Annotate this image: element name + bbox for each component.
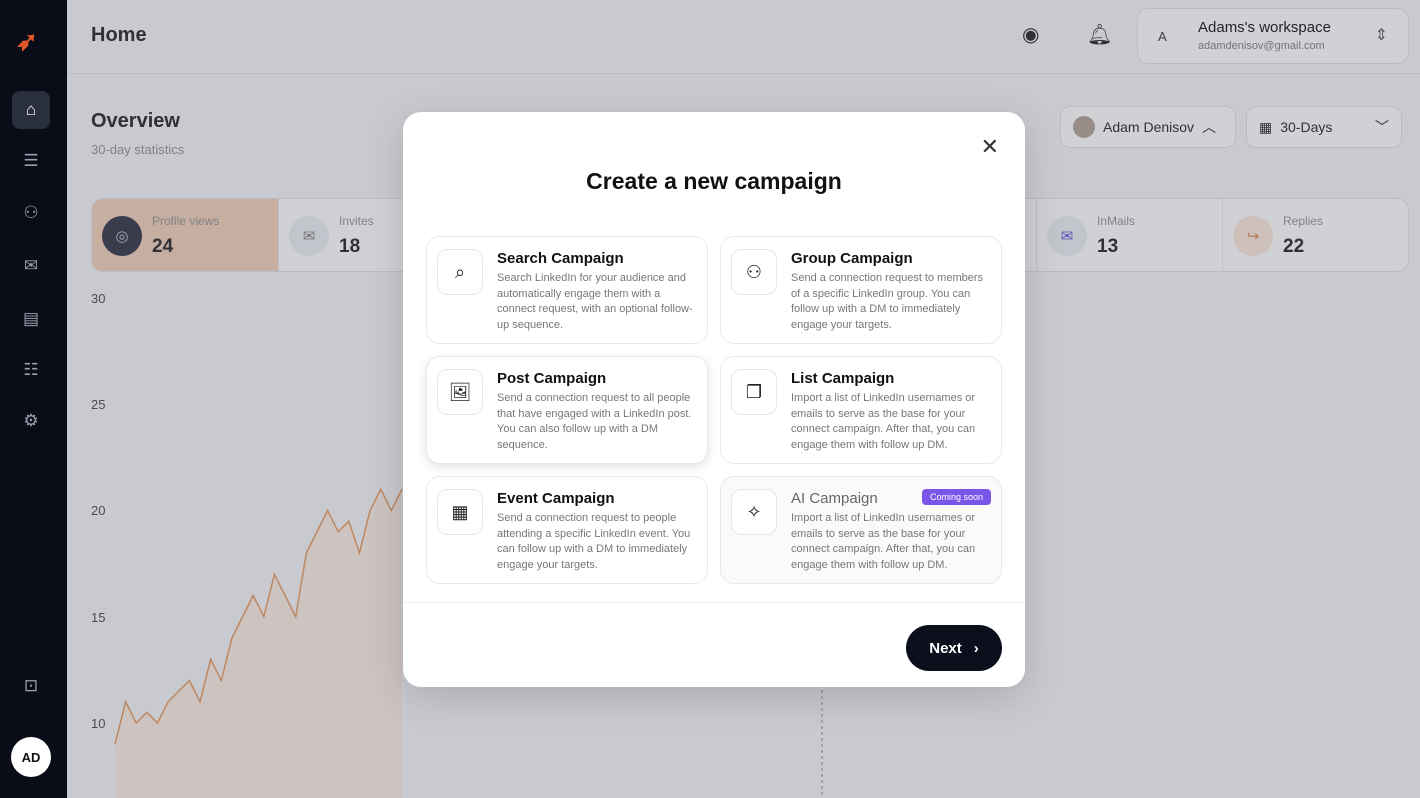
card-description: Send a connection request to all people … xyxy=(497,392,692,452)
card-title: AI Campaign xyxy=(791,490,878,507)
card-title: Search Campaign xyxy=(497,250,624,267)
card-description: Send a connection request to members of … xyxy=(791,272,984,332)
archive-icon[interactable]: ▤ xyxy=(12,300,50,338)
sparkle-icon: ✧ xyxy=(731,489,777,535)
group-icon: ⚇ xyxy=(731,249,777,295)
card-description: Import a list of LinkedIn usernames or e… xyxy=(791,392,976,452)
chevron-right-icon: › xyxy=(973,639,979,657)
campaigns-icon[interactable]: ☰ xyxy=(12,142,50,180)
modal-title: Create a new campaign xyxy=(586,168,842,194)
next-button[interactable]: Next › xyxy=(906,625,1002,671)
card-event-campaign[interactable]: ▦ Event Campaign Send a connection reque… xyxy=(426,476,708,584)
card-title: Event Campaign xyxy=(497,490,615,507)
card-ai-campaign: ✧ AI Campaign Coming soon Import a list … xyxy=(720,476,1002,584)
calendar-icon: ▦ xyxy=(437,489,483,535)
card-search-campaign[interactable]: ⌕ Search Campaign Search LinkedIn for yo… xyxy=(426,236,708,344)
contacts-icon[interactable]: ☷ xyxy=(12,351,50,389)
close-icon[interactable]: ✕ xyxy=(981,134,999,160)
avatar[interactable]: AD xyxy=(11,737,51,777)
card-title: List Campaign xyxy=(791,370,895,387)
coming-soon-badge: Coming soon xyxy=(921,489,991,505)
card-title: Post Campaign xyxy=(497,370,607,387)
search-icon: ⌕ xyxy=(437,249,483,295)
logo-icon: ➶ xyxy=(16,26,38,56)
home-icon[interactable]: ⌂ xyxy=(12,91,50,129)
settings-icon[interactable]: ⚙ xyxy=(12,402,50,440)
card-group-campaign[interactable]: ⚇ Group Campaign Send a connection reque… xyxy=(720,236,1002,344)
network-icon[interactable]: ⚇ xyxy=(12,194,50,232)
divider xyxy=(403,602,1025,603)
create-campaign-modal: ✕ Create a new campaign ⌕ Search Campaig… xyxy=(403,112,1025,687)
card-post-campaign[interactable]: 🖼︎ Post Campaign Send a connection reque… xyxy=(426,356,708,464)
list-file-icon: ❐ xyxy=(731,369,777,415)
image-icon: 🖼︎ xyxy=(437,369,483,415)
sidebar: ➶ ⌂ ☰ ⚇ ✉ ▤ ☷ ⚙ ⊡ AD xyxy=(0,0,67,798)
card-description: Search LinkedIn for your audience and au… xyxy=(497,272,693,332)
inbox-icon[interactable]: ✉ xyxy=(12,247,50,285)
card-title: Group Campaign xyxy=(791,250,913,267)
card-description: Import a list of LinkedIn usernames or e… xyxy=(791,512,976,572)
card-description: Send a connection request to people atte… xyxy=(497,512,691,572)
collapse-sidebar-icon[interactable]: ⊡ xyxy=(12,667,50,705)
card-list-campaign[interactable]: ❐ List Campaign Import a list of LinkedI… xyxy=(720,356,1002,464)
next-label: Next xyxy=(929,639,962,657)
